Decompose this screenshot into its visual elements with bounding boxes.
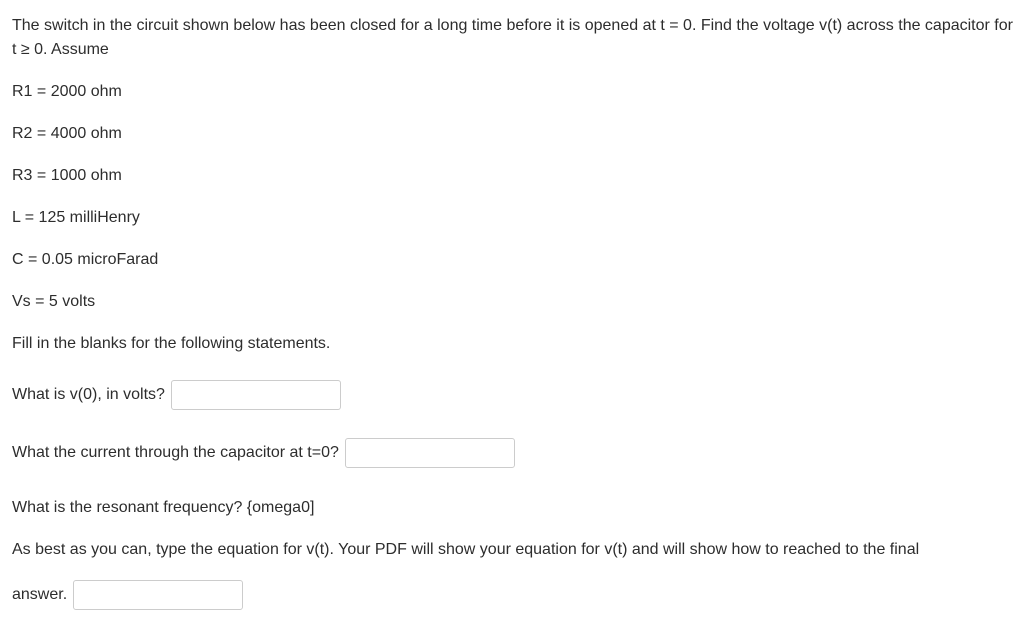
answer-row: answer. [12,580,1020,610]
param-c: C = 0.05 microFarad [12,248,1020,272]
param-l: L = 125 milliHenry [12,206,1020,230]
answer-input-v0[interactable] [171,380,341,410]
answer-input-current[interactable] [345,438,515,468]
answer-input-equation[interactable] [73,580,243,610]
param-r2: R2 = 4000 ohm [12,122,1020,146]
answer-label: answer. [12,583,67,607]
question-1-row: What is v(0), in volts? [12,380,1020,410]
param-r1: R1 = 2000 ohm [12,80,1020,104]
question-3-text: What is the resonant frequency? {omega0] [12,496,1020,520]
question-2-row: What the current through the capacitor a… [12,438,1020,468]
param-r3: R3 = 1000 ohm [12,164,1020,188]
question-4-text: As best as you can, type the equation fo… [12,538,1020,562]
param-vs: Vs = 5 volts [12,290,1020,314]
problem-intro: The switch in the circuit shown below ha… [12,14,1020,62]
question-2-text: What the current through the capacitor a… [12,441,339,465]
question-1-text: What is v(0), in volts? [12,383,165,407]
fill-instruction: Fill in the blanks for the following sta… [12,332,1020,356]
